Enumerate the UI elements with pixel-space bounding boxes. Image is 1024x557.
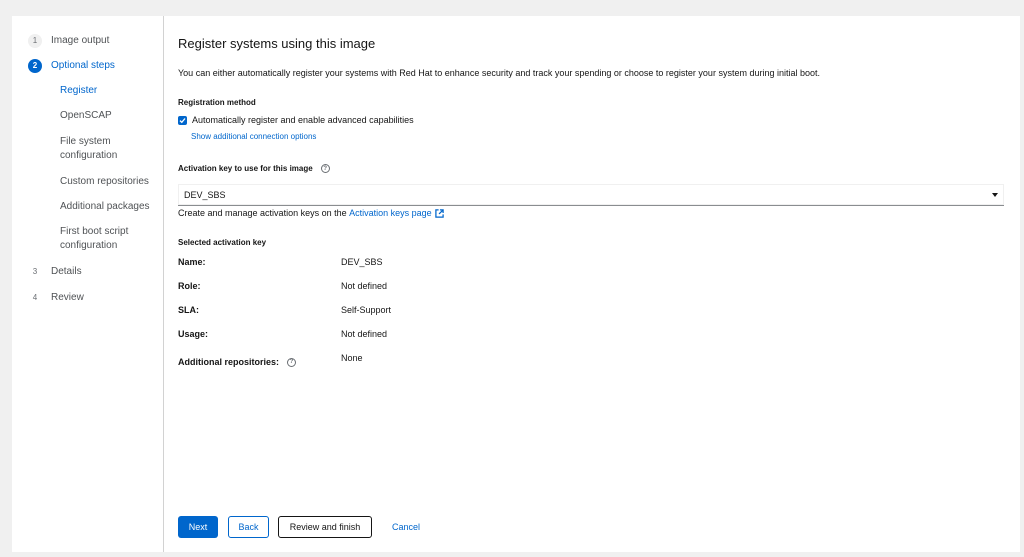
show-connection-options-link[interactable]: Show additional connection options [191, 132, 316, 141]
back-button[interactable]: Back [228, 516, 269, 538]
activation-key-label: Activation key to use for this image ? [178, 164, 330, 173]
detail-key-usage: Usage: [178, 329, 209, 339]
nav-substep-custom-repositories[interactable]: Custom repositories [60, 175, 160, 189]
nav-step-details[interactable]: 3 Details [28, 265, 82, 279]
step-number-1: 1 [28, 34, 42, 48]
review-and-finish-button[interactable]: Review and finish [278, 516, 372, 538]
cancel-button[interactable]: Cancel [382, 516, 430, 538]
nav-substep-first-boot[interactable]: First boot script configuration [60, 225, 140, 253]
detail-value-role: Not defined [341, 281, 388, 291]
nav-substep-register[interactable]: Register [60, 84, 160, 98]
nav-step-label: Image output [51, 35, 110, 46]
step-number-2: 2 [28, 59, 42, 73]
detail-value-sla: Self-Support [341, 305, 392, 315]
help-icon[interactable]: ? [320, 164, 330, 173]
activation-key-label-text: Activation key to use for this image [178, 164, 313, 173]
main-content: Register systems using this image You ca… [178, 16, 1008, 552]
auto-register-label: Automatically register and enable advanc… [192, 115, 414, 125]
activation-key-value: DEV_SBS [184, 189, 226, 200]
detail-key-role: Role: [178, 281, 201, 291]
nav-substep-additional-packages[interactable]: Additional packages [60, 200, 160, 214]
activation-key-helper: Create and manage activation keys on the… [178, 208, 444, 218]
detail-value-additional-repositories: None [341, 353, 363, 363]
detail-key-additional-repositories: Additional repositories: ? [178, 357, 297, 367]
nav-step-label: Optional steps [51, 60, 115, 71]
step-number-3: 3 [32, 267, 38, 276]
nav-step-label: Details [51, 266, 82, 277]
external-link-icon[interactable] [434, 208, 444, 218]
nav-step-optional-steps[interactable]: 2 Optional steps [28, 59, 115, 73]
auto-register-row: Automatically register and enable advanc… [178, 115, 414, 125]
check-icon [179, 117, 186, 123]
next-button[interactable]: Next [178, 516, 218, 538]
nav-step-image-output[interactable]: 1 Image output [28, 34, 109, 48]
nav-step-review[interactable]: 4 Review [28, 291, 84, 305]
help-icon[interactable]: ? [287, 357, 297, 367]
nav-step-label: Review [51, 292, 84, 303]
step-number-4: 4 [32, 293, 38, 302]
wizard-frame: 1 Image output 2 Optional steps Register… [12, 16, 1020, 552]
nav-substep-openscap[interactable]: OpenSCAP [60, 109, 160, 123]
detail-key-name: Name: [178, 257, 206, 267]
caret-down-icon [992, 192, 998, 197]
selected-key-label: Selected activation key [178, 238, 267, 247]
detail-value-name: DEV_SBS [341, 257, 383, 267]
auto-register-checkbox[interactable] [178, 115, 187, 125]
registration-method-label: Registration method [178, 98, 256, 107]
page-description: You can either automatically register yo… [178, 68, 820, 78]
page-title: Register systems using this image [178, 36, 376, 51]
activation-key-select[interactable]: DEV_SBS [178, 184, 1004, 206]
wizard-nav: 1 Image output 2 Optional steps Register… [12, 16, 164, 552]
detail-value-usage: Not defined [341, 329, 388, 339]
nav-substep-file-system[interactable]: File system configuration [60, 135, 140, 163]
activation-keys-page-link[interactable]: Activation keys page [349, 208, 432, 218]
helper-text: Create and manage activation keys on the [178, 208, 347, 218]
detail-key-sla: SLA: [178, 305, 199, 315]
detail-key-additional-repositories-text: Additional repositories: [178, 357, 280, 367]
